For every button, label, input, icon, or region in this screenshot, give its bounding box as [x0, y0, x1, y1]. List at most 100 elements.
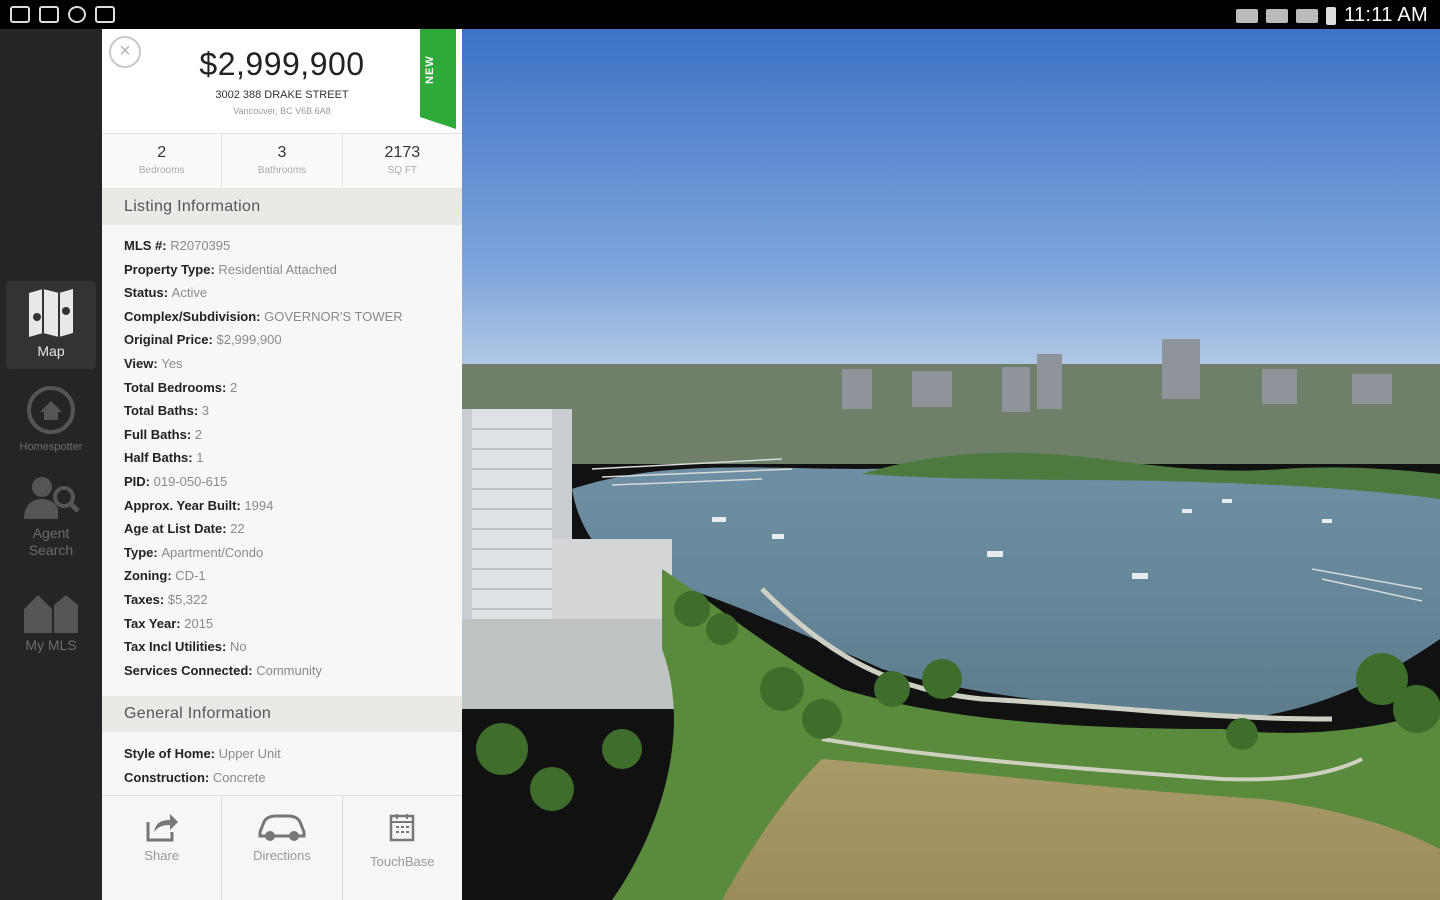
nav-item-map[interactable]: Map	[6, 281, 96, 369]
info-value: Apartment/Condo	[161, 544, 264, 560]
section-listing-information: Listing Information	[102, 189, 462, 225]
info-key: MLS #:	[124, 238, 171, 253]
stat-bathrooms: 3 Bathrooms	[222, 134, 343, 188]
screen-icon	[10, 6, 30, 23]
listing-header: × $2,999,900 3002 388 DRAKE STREET Vanco…	[102, 29, 462, 133]
sync-icon	[68, 6, 86, 23]
info-row: Tax Year: 2015	[124, 612, 403, 636]
info-value: Yes	[161, 355, 183, 371]
action-bar: Share Directions TouchBase	[102, 795, 462, 900]
homespotter-icon	[27, 386, 75, 434]
wifi-icon	[1266, 8, 1289, 23]
info-value: 2	[229, 379, 238, 395]
info-row: Services Connected: Community	[124, 659, 403, 683]
info-value: R2070395	[170, 238, 231, 253]
info-key: Zoning:	[124, 568, 176, 584]
info-value: 019-050-615	[153, 473, 228, 489]
info-key: Style of Home:	[124, 746, 219, 761]
map-icon	[29, 289, 73, 337]
image-icon	[95, 6, 115, 23]
nav-item-homespotter[interactable]: Homespotter	[6, 385, 96, 459]
vibrate-icon	[1236, 8, 1259, 23]
listing-panel: × $2,999,900 3002 388 DRAKE STREET Vanco…	[102, 29, 462, 900]
nav-item-agent-search[interactable]: Agent Search	[6, 475, 96, 567]
info-key: Type:	[124, 544, 162, 560]
info-row: Construction: Concrete	[124, 766, 281, 790]
info-key: Taxes:	[124, 591, 168, 607]
info-key: Total Baths:	[124, 403, 202, 419]
info-value: CD-1	[175, 568, 206, 584]
address-line2: Vancouver, BC V6B 6A8	[233, 106, 331, 116]
address-line1: 3002 388 DRAKE STREET	[215, 89, 349, 101]
car-icon	[258, 814, 306, 841]
info-row: Full Baths: 2	[124, 423, 403, 447]
directions-button[interactable]: Directions	[222, 796, 343, 900]
nav-item-my-mls[interactable]: My MLS	[6, 593, 96, 667]
info-row: Tax Incl Utilities: No	[124, 635, 403, 659]
agent-search-icon	[24, 477, 80, 519]
info-value: GOVERNOR'S TOWER	[264, 308, 403, 324]
info-row: Style of Home: Upper Unit	[124, 742, 281, 766]
info-row: MLS #: R2070395	[124, 234, 403, 258]
info-row: Zoning: CD-1	[124, 564, 403, 588]
info-value: 2015	[184, 615, 214, 631]
info-key: Status:	[124, 285, 172, 301]
status-bar: 11:11 AM	[0, 0, 1440, 29]
listing-stats: 2 Bedrooms 3 Bathrooms 2173 SQ FT	[102, 133, 462, 189]
info-value: Active	[171, 285, 208, 301]
info-value: Upper Unit	[218, 746, 281, 761]
info-row: Total Bedrooms: 2	[124, 376, 403, 400]
general-info-list: Style of Home: Upper Unit Construction: C…	[124, 742, 281, 789]
info-value: $5,322	[167, 591, 208, 607]
info-row: Taxes: $5,322	[124, 588, 403, 612]
my-mls-icon	[24, 595, 78, 633]
info-key: Tax Incl Utilities:	[124, 639, 230, 655]
stat-bedrooms: 2 Bedrooms	[102, 134, 223, 188]
battery-icon	[1326, 6, 1337, 25]
info-row: View: Yes	[124, 352, 403, 376]
property-photo[interactable]	[462, 29, 1440, 900]
info-value: $2,999,900	[216, 332, 282, 348]
info-row: Age at List Date: 22	[124, 517, 403, 541]
section-general-information: General Information	[102, 696, 462, 732]
signal-icon	[1296, 8, 1319, 23]
info-key: View:	[124, 355, 162, 371]
share-icon	[146, 814, 178, 842]
info-value: 22	[230, 521, 245, 537]
info-key: Tax Year:	[124, 615, 185, 631]
info-row: Half Baths: 1	[124, 446, 403, 470]
info-row: Total Baths: 3	[124, 399, 403, 423]
info-key: Approx. Year Built:	[124, 497, 245, 513]
info-row: Original Price: $2,999,900	[124, 328, 403, 352]
info-key: Complex/Subdivision:	[124, 308, 265, 324]
status-time: 11:11 AM	[1344, 4, 1428, 26]
info-value: Community	[256, 662, 322, 678]
info-key: Age at List Date:	[124, 521, 231, 537]
info-key: Half Baths:	[124, 450, 197, 466]
info-row: Approx. Year Built: 1994	[124, 494, 403, 518]
info-value: 1	[196, 450, 204, 466]
info-key: Property Type:	[124, 261, 219, 277]
listing-price: $2,999,900	[199, 46, 365, 82]
stat-sqft: 2173 SQ FT	[384, 144, 421, 176]
info-row: Complex/Subdivision: GOVERNOR'S TOWER	[124, 305, 403, 329]
info-value: 1994	[244, 497, 274, 513]
info-value: Concrete	[212, 769, 266, 785]
new-badge: NEW	[420, 29, 456, 129]
listing-info-list: MLS #: R2070395 Property Type: Residentia…	[124, 234, 403, 682]
info-row: Type: Apartment/Condo	[124, 541, 403, 565]
info-key: Total Bedrooms:	[124, 379, 230, 395]
info-value: No	[229, 639, 247, 655]
info-key: PID:	[124, 473, 154, 489]
info-value: 2	[194, 426, 203, 442]
info-key: Construction:	[124, 769, 213, 785]
info-key: Full Baths:	[124, 426, 195, 442]
info-row: Property Type: Residential Attached	[124, 258, 403, 282]
touchbase-button[interactable]: TouchBase	[343, 796, 462, 900]
info-row: PID: 019-050-615	[124, 470, 403, 494]
info-value: Residential Attached	[218, 261, 337, 277]
save-icon	[39, 6, 59, 23]
info-row: Status: Active	[124, 281, 403, 305]
share-button[interactable]: Share	[102, 796, 223, 900]
info-key: Services Connected:	[124, 662, 257, 678]
